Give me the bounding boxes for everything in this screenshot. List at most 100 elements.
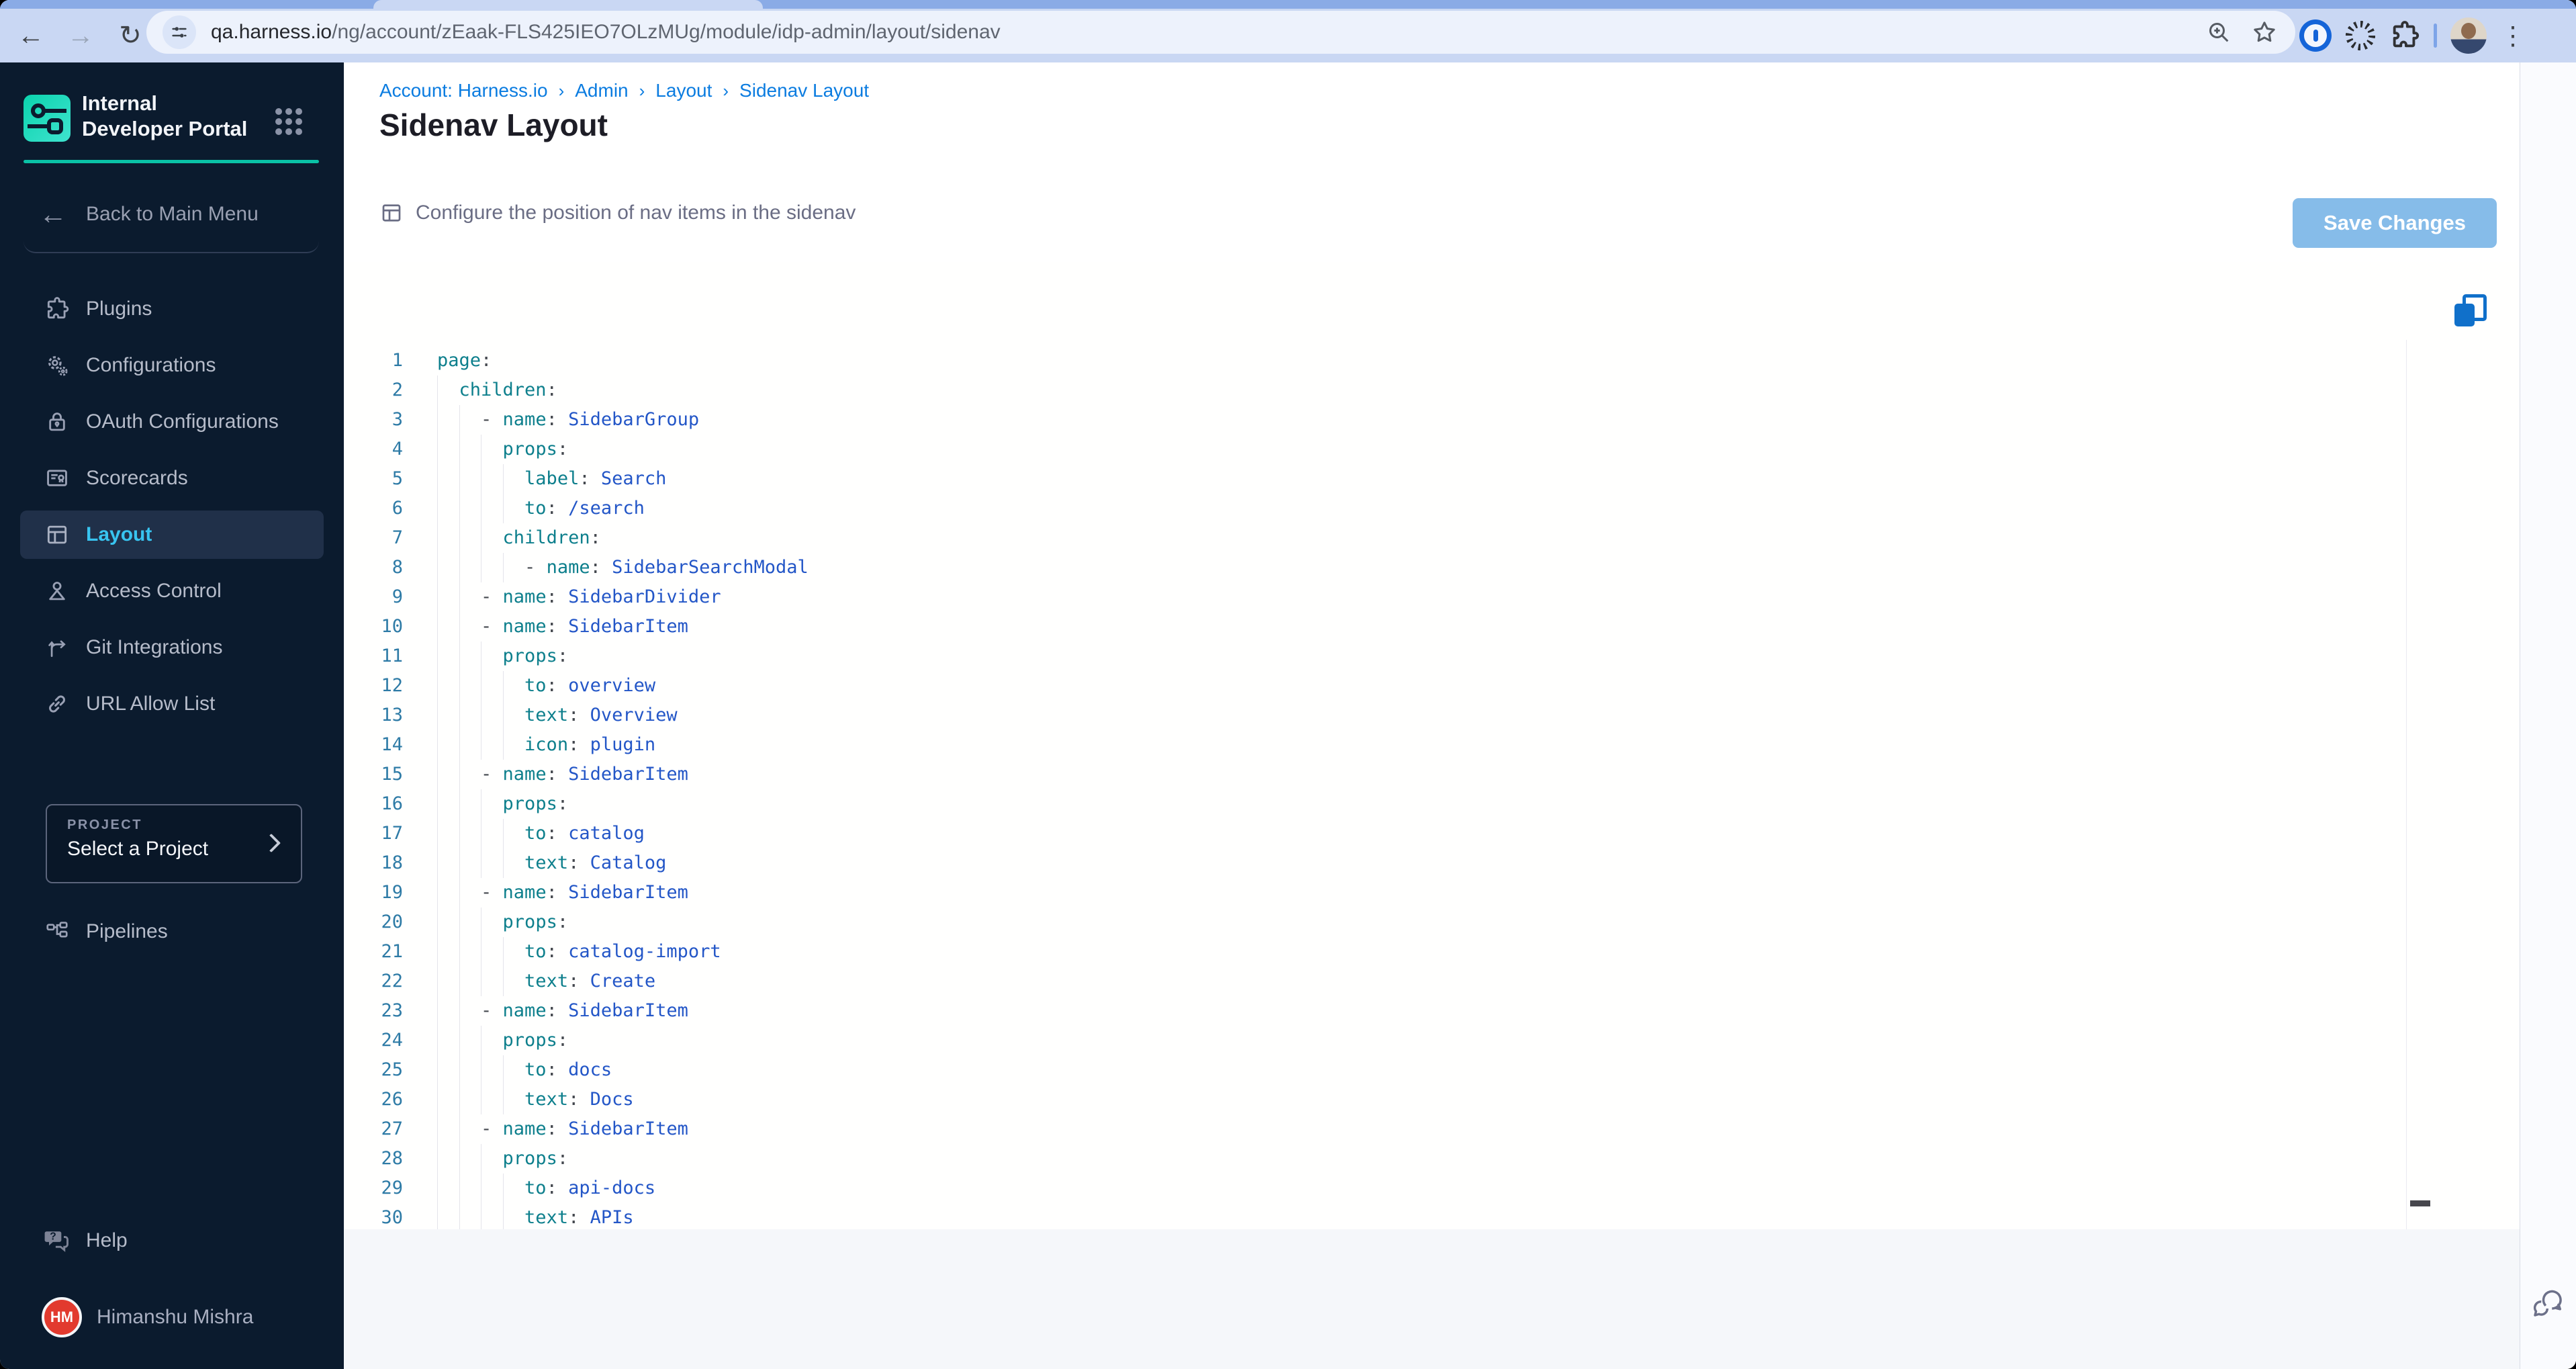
password-manager-extension-icon[interactable] [2299, 19, 2332, 52]
code-line[interactable]: 14 icon: plugin [344, 730, 2399, 760]
reload-icon[interactable]: ↻ [114, 20, 146, 51]
code-line[interactable]: 11 props: [344, 642, 2399, 671]
extensions-puzzle-icon[interactable] [2389, 20, 2420, 51]
site-settings-icon[interactable] [163, 15, 196, 49]
code-line[interactable]: 29 to: api-docs [344, 1174, 2399, 1203]
breadcrumb-item[interactable]: Layout [655, 80, 712, 101]
back-icon[interactable]: ← [15, 21, 47, 51]
browser-profile-avatar[interactable] [2450, 17, 2487, 54]
code-line[interactable]: 12 to: overview [344, 671, 2399, 701]
editor-scrollbar-thumb[interactable] [2410, 1200, 2430, 1206]
code-text: to: /search [524, 498, 645, 519]
code-line[interactable]: 23 - name: SidebarItem [344, 996, 2399, 1026]
breadcrumb-separator-icon: › [639, 80, 645, 101]
code-text: text: Overview [524, 705, 678, 725]
help-chat-icon: ? [42, 1226, 71, 1255]
code-line[interactable]: 10 - name: SidebarItem [344, 612, 2399, 642]
layout-config-icon [379, 201, 404, 225]
code-line[interactable]: 16 props: [344, 789, 2399, 819]
code-text: - name: SidebarItem [481, 616, 688, 637]
chat-support-icon[interactable] [2528, 1284, 2567, 1323]
code-text: - name: SidebarSearchModal [524, 557, 809, 578]
code-line[interactable]: 22 text: Create [344, 967, 2399, 996]
code-line[interactable]: 15 - name: SidebarItem [344, 760, 2399, 789]
code-line[interactable]: 13 text: Overview [344, 701, 2399, 730]
code-line[interactable]: 20 props: [344, 908, 2399, 937]
code-line[interactable]: 24 props: [344, 1026, 2399, 1055]
code-text: - name: SidebarDivider [481, 586, 721, 607]
idp-logo-icon[interactable] [24, 95, 71, 142]
line-number: 3 [392, 409, 403, 430]
toolbar-divider [2434, 24, 2437, 48]
user-menu[interactable]: HM Himanshu Mishra [0, 1293, 344, 1341]
code-area[interactable]: 1 page: 2 children: 3 - name: SidebarGroup 4… [344, 346, 2399, 1233]
code-line[interactable]: 5 label: Search [344, 464, 2399, 494]
breadcrumb-item[interactable]: Admin [575, 80, 628, 101]
code-text: to: overview [524, 675, 656, 696]
code-line[interactable]: 19 - name: SidebarItem [344, 878, 2399, 908]
zoom-in-icon[interactable] [2205, 19, 2232, 46]
code-text: - name: SidebarItem [481, 882, 688, 903]
sidebar-item-layout[interactable]: Layout [20, 511, 324, 559]
sidebar-item-label: Layout [86, 523, 152, 545]
code-text: children: [459, 380, 557, 400]
line-number: 21 [381, 941, 403, 962]
line-number: 13 [381, 705, 403, 725]
loading-extension-icon[interactable] [2345, 20, 2376, 51]
code-line[interactable]: 25 to: docs [344, 1055, 2399, 1085]
code-line[interactable]: 26 text: Docs [344, 1085, 2399, 1114]
sidebar-item-help[interactable]: ? Help [0, 1217, 344, 1265]
code-line[interactable]: 3 - name: SidebarGroup [344, 405, 2399, 435]
line-number: 7 [392, 527, 403, 548]
scorecard-icon [44, 466, 70, 491]
url-host: qa.harness.io [211, 21, 332, 43]
code-line[interactable]: 28 props: [344, 1144, 2399, 1174]
code-line[interactable]: 4 props: [344, 435, 2399, 464]
url-bar[interactable]: qa.harness.io/ng/account/zEaak-FLS425IEO… [146, 11, 2295, 54]
code-text: label: Search [524, 468, 667, 489]
copy-icon[interactable] [2454, 294, 2487, 326]
code-line[interactable]: 21 to: catalog-import [344, 937, 2399, 967]
editor-scrollbar-track [2406, 340, 2407, 1229]
gears-icon [44, 353, 70, 378]
active-tab[interactable] [373, 0, 763, 9]
breadcrumb-separator-icon: › [558, 80, 565, 101]
sidebar-item-url-allow-list[interactable]: URL Allow List [20, 680, 324, 728]
code-line[interactable]: 6 to: /search [344, 494, 2399, 523]
code-line[interactable]: 7 children: [344, 523, 2399, 553]
breadcrumb-item[interactable]: Account: Harness.io [379, 80, 548, 101]
code-line[interactable]: 2 children: [344, 376, 2399, 405]
sidebar-item-access-control[interactable]: Access Control [20, 567, 324, 615]
browser-menu-icon[interactable]: ⋮ [2500, 21, 2526, 51]
code-line[interactable]: 30 text: APIs [344, 1203, 2399, 1233]
sidebar-item-pipelines[interactable]: Pipelines [0, 908, 344, 956]
sidebar-item-plugins[interactable]: Plugins [20, 285, 324, 333]
code-line[interactable]: 17 to: catalog [344, 819, 2399, 848]
code-line[interactable]: 8 - name: SidebarSearchModal [344, 553, 2399, 582]
url-text[interactable]: qa.harness.io/ng/account/zEaak-FLS425IEO… [211, 11, 1001, 54]
app-grid-icon[interactable] [275, 108, 302, 135]
bookmark-star-icon[interactable] [2251, 19, 2278, 46]
person-icon [44, 578, 70, 604]
project-selector[interactable]: PROJECT Select a Project [46, 804, 302, 883]
code-line[interactable]: 9 - name: SidebarDivider [344, 582, 2399, 612]
code-text: props: [502, 793, 569, 814]
sidebar-item-oauth-configurations[interactable]: OAuth Configurations [20, 398, 324, 446]
sidebar-item-configurations[interactable]: Configurations [20, 341, 324, 390]
code-line[interactable]: 1 page: [344, 346, 2399, 376]
sidebar-item-git-integrations[interactable]: Git Integrations [20, 623, 324, 672]
save-changes-button[interactable]: Save Changes [2293, 198, 2497, 248]
project-value: Select a Project [67, 838, 209, 860]
code-text: to: api-docs [524, 1178, 656, 1198]
sidebar-item-label: Scorecards [86, 467, 188, 489]
line-number: 15 [381, 764, 403, 785]
code-line[interactable]: 18 text: Catalog [344, 848, 2399, 878]
breadcrumb-item[interactable]: Sidenav Layout [739, 80, 869, 101]
code-text: - name: SidebarItem [481, 1118, 688, 1139]
content-footer-area [344, 1229, 2520, 1369]
back-to-main-menu[interactable]: ← Back to Main Menu [0, 194, 344, 234]
code-text: icon: plugin [524, 734, 656, 755]
breadcrumb: Account: Harness.io › Admin › Layout › Sidenav… [379, 80, 869, 101]
code-line[interactable]: 27 - name: SidebarItem [344, 1114, 2399, 1144]
sidebar-item-scorecards[interactable]: Scorecards [20, 454, 324, 502]
